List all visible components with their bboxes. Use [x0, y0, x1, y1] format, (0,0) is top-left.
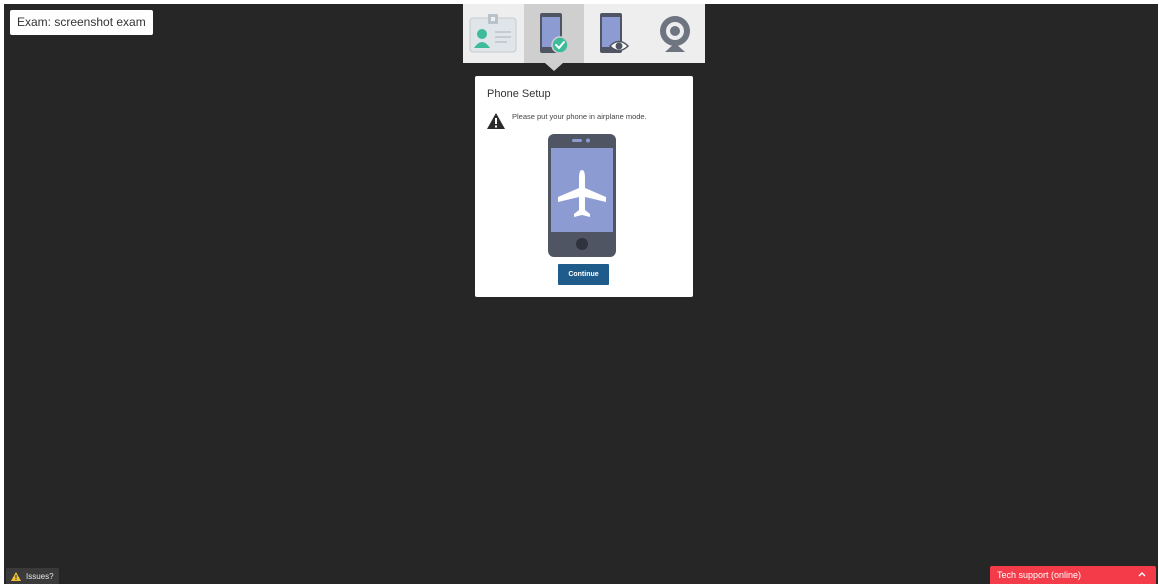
step-id-verification[interactable] [463, 4, 524, 63]
setup-steps-bar [463, 4, 706, 71]
step-phone-placement[interactable] [584, 4, 645, 63]
step-phone-setup[interactable] [523, 4, 584, 71]
warning-icon [11, 571, 21, 581]
panel-title: Phone Setup [487, 88, 551, 100]
issues-button[interactable]: Issues? [6, 568, 59, 584]
chevron-up-icon[interactable] [1138, 571, 1146, 577]
warning-icon [487, 113, 505, 129]
exam-stage: Exam: screenshot exam Phone Setup Please… [4, 4, 1158, 584]
continue-button[interactable]: Continue [558, 264, 609, 285]
phone-airplane-icon [548, 134, 616, 257]
tech-support-tab[interactable]: Tech support (online) [990, 566, 1156, 584]
id-card-icon [469, 13, 517, 52]
phone-check-icon [539, 12, 569, 54]
step-webcam[interactable] [645, 4, 706, 63]
tech-support-label: Tech support (online) [997, 570, 1082, 580]
exam-title-label: Exam: screenshot exam [10, 10, 153, 35]
panel-message: Please put your phone in airplane mode. [512, 112, 647, 121]
phone-eye-icon [600, 12, 630, 53]
issues-label: Issues? [26, 571, 54, 581]
phone-setup-panel: Phone Setup Please put your phone in air… [475, 76, 693, 297]
webcam-icon [659, 15, 690, 52]
